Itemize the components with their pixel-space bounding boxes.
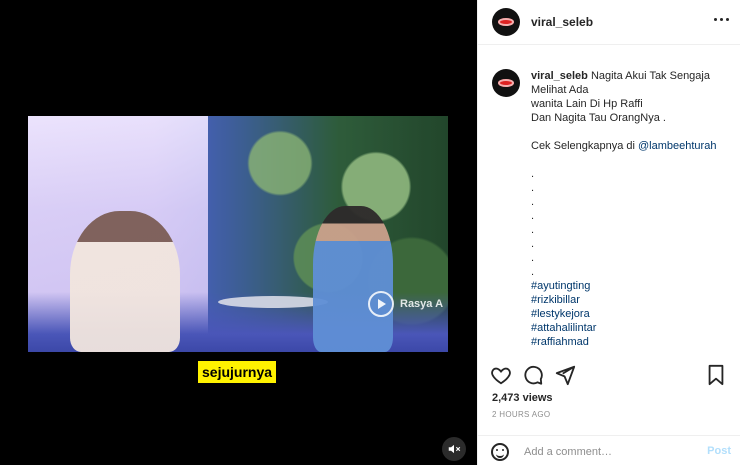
dot-line: . bbox=[531, 238, 535, 250]
caption-line: Nagita Akui Tak Sengaja bbox=[590, 70, 710, 82]
more-icon[interactable] bbox=[714, 18, 729, 21]
mention-link[interactable]: @lambeehturah bbox=[638, 140, 716, 152]
comment-bar: Post bbox=[478, 435, 740, 466]
dot-line: . bbox=[531, 182, 535, 194]
avatar[interactable] bbox=[492, 8, 520, 36]
caption-line: wanita Lain Di Hp Raffi bbox=[531, 98, 643, 110]
hashtag-link[interactable]: #raffiahmad bbox=[531, 335, 731, 349]
mute-icon bbox=[448, 444, 461, 454]
post-caption-area: viral_seleb Nagita Akui Tak Sengaja Meli… bbox=[478, 56, 740, 356]
dot-line: . bbox=[531, 196, 535, 208]
play-icon bbox=[368, 291, 394, 317]
watermark-text: Rasya A bbox=[400, 298, 444, 310]
comment-input[interactable] bbox=[522, 441, 701, 463]
video-person-left bbox=[70, 211, 180, 352]
post-sidebar: viral_seleb viral_seleb Nagita Akui Tak … bbox=[477, 0, 740, 465]
caption-line: Dan Nagita Tau OrangNya . bbox=[531, 112, 666, 124]
emoji-icon[interactable] bbox=[491, 443, 509, 461]
heart-icon[interactable] bbox=[490, 364, 512, 386]
caption-username[interactable]: viral_seleb bbox=[531, 70, 588, 82]
comment-icon[interactable] bbox=[522, 364, 544, 386]
cek-line: Cek Selengkapnya di @lambeehturah bbox=[531, 139, 731, 153]
caption-text: viral_seleb Nagita Akui Tak Sengaja Meli… bbox=[531, 69, 731, 349]
channel-watermark: Rasya A bbox=[368, 291, 443, 317]
action-bar bbox=[478, 362, 740, 392]
video-person-right bbox=[313, 206, 393, 352]
cek-prefix: Cek Selengkapnya di bbox=[531, 140, 639, 152]
share-icon[interactable] bbox=[554, 364, 576, 386]
post-header: viral_seleb bbox=[478, 0, 740, 45]
dot-line: . bbox=[531, 252, 535, 264]
instagram-post-view: Rasya A sejujurnya viral_seleb viral_sel… bbox=[0, 0, 740, 465]
hashtag-link[interactable]: #ayutingting bbox=[531, 279, 731, 293]
hashtag-link[interactable]: #attahalilintar bbox=[531, 321, 731, 335]
view-count[interactable]: 2,473 views bbox=[492, 392, 553, 404]
video-player[interactable]: Rasya A bbox=[28, 116, 448, 352]
dot-line: . bbox=[531, 168, 535, 180]
media-panel: Rasya A sejujurnya bbox=[0, 0, 477, 465]
dot-line: . bbox=[531, 210, 535, 222]
avatar[interactable] bbox=[492, 69, 520, 97]
subtitle-caption: sejujurnya bbox=[198, 361, 277, 383]
hashtag-link[interactable]: #rizkibillar bbox=[531, 293, 731, 307]
bookmark-icon[interactable] bbox=[705, 364, 727, 386]
mute-button[interactable] bbox=[442, 437, 466, 461]
post-timestamp[interactable]: 2 HOURS AGO bbox=[492, 410, 550, 419]
dot-line: . bbox=[531, 266, 535, 278]
dot-line: . bbox=[531, 224, 535, 236]
header-username[interactable]: viral_seleb bbox=[531, 15, 593, 29]
caption-line: Melihat Ada bbox=[531, 84, 589, 96]
hashtag-link[interactable]: #lestykejora bbox=[531, 307, 731, 321]
post-button[interactable]: Post bbox=[707, 445, 731, 457]
video-table bbox=[218, 296, 328, 308]
